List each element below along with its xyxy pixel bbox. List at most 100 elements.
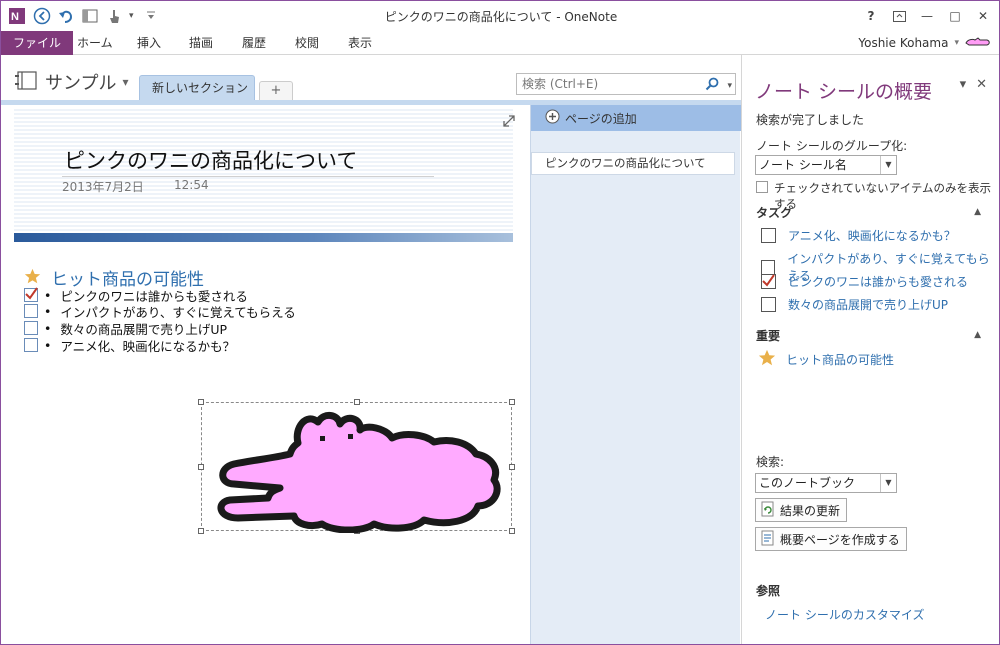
tab-insert[interactable]: 挿入 — [137, 31, 161, 55]
chevron-down-icon: ▼ — [880, 156, 896, 174]
minimize-button[interactable]: — — [915, 5, 939, 27]
window-controls: ? — □ ✕ — [859, 5, 995, 27]
group-by-select[interactable]: ノート シール名 ▼ — [755, 155, 897, 175]
pane-close-icon[interactable]: ✕ — [976, 77, 987, 92]
task-section-header: タスク — [756, 206, 793, 220]
tag-summary-pane: ノート シールの概要 ▾ ✕ 検索が完了しました ノート シールのグループ化: … — [741, 55, 999, 644]
tab-home[interactable]: ホーム — [77, 31, 113, 55]
page-time: 12:54 — [174, 178, 209, 192]
pane-title: ノート シールの概要 — [755, 81, 933, 103]
refresh-results-label: 結果の更新 — [780, 503, 841, 518]
pane-task-text: ピンクのワニは誰からも愛される — [788, 275, 969, 289]
page-list-item[interactable]: ピンクのワニの商品化について — [531, 152, 735, 175]
bullet: • — [44, 337, 52, 353]
help-button[interactable]: ? — [859, 5, 883, 27]
group-by-value: ノート シール名 — [759, 158, 847, 172]
task-item[interactable]: • 数々の商品展開で売り上げUP — [24, 320, 227, 337]
add-circle-icon — [545, 109, 560, 127]
checkbox[interactable] — [24, 321, 38, 335]
add-page-button[interactable]: ページの追加 — [531, 105, 741, 131]
pane-options-icon[interactable]: ▾ — [960, 77, 967, 92]
resize-handle[interactable] — [354, 399, 360, 405]
page-canvas[interactable]: ピンクのワニの商品化について 2013年7月2日 12:54 ヒット商品の可能性… — [14, 105, 530, 644]
search-placeholder: 検索 (Ctrl+E) — [522, 77, 599, 91]
resize-handle[interactable] — [198, 399, 204, 405]
onenote-window: N ▾ ピンクのワニの商品化について - OneNote ? — □ ✕ ファイ… — [0, 0, 1000, 645]
notebook-bar: サンプル ▾ 新しいセクション 1 + 検索 (Ctrl+E) ▾ — [1, 55, 741, 119]
user-account[interactable]: Yoshie Kohama ▾ — [858, 31, 991, 55]
pane-task-text: アニメ化、映画化になるかも？ — [788, 229, 956, 243]
search-scope-value: このノートブック — [759, 476, 856, 490]
tab-history[interactable]: 履歴 — [242, 31, 266, 55]
close-button[interactable]: ✕ — [971, 5, 995, 27]
user-name: Yoshie Kohama — [858, 36, 949, 50]
notebook-selector[interactable]: サンプル ▾ — [15, 69, 129, 95]
pane-task-text: 数々の商品展開で売り上げUP — [788, 298, 949, 312]
user-avatar-icon — [965, 31, 991, 55]
search-scope-label: 検索: — [756, 455, 785, 469]
pane-important-item[interactable]: ヒット商品の可能性 — [758, 349, 894, 370]
task-text: アニメ化、映画化になるかも？ — [60, 338, 236, 354]
search-scope-select[interactable]: このノートブック ▼ — [755, 473, 897, 493]
checkbox[interactable] — [24, 304, 38, 318]
notebook-dropdown-icon: ▾ — [122, 75, 129, 89]
title-bar: N ▾ ピンクのワニの商品化について - OneNote ? — □ ✕ — [1, 1, 999, 31]
create-summary-label: 概要ページを作成する — [780, 532, 900, 547]
ribbon-tabs: ファイル ホーム 挿入 描画 履歴 校閲 表示 Yoshie Kohama ▾ — [1, 31, 999, 55]
star-icon — [758, 349, 776, 370]
resize-handle[interactable] — [198, 464, 204, 470]
pink-crocodile-drawing — [217, 412, 501, 533]
bullet: • — [44, 303, 52, 319]
customize-tags-link[interactable]: ノート シールのカスタマイズ — [765, 606, 924, 623]
unchecked-only-label: チェックされていないアイテムのみを表示する — [774, 181, 992, 211]
add-page-label: ページの追加 — [565, 111, 637, 126]
search-input[interactable]: 検索 (Ctrl+E) ▾ — [516, 73, 736, 95]
page-list-panel: ページの追加 ピンクのワニの商品化について — [530, 105, 741, 644]
star-icon — [24, 268, 41, 288]
collapse-icon[interactable]: ▲ — [974, 330, 981, 340]
resize-handle[interactable] — [198, 528, 204, 534]
create-summary-page-button[interactable]: 概要ページを作成する — [755, 527, 907, 551]
selected-image-frame[interactable] — [198, 399, 515, 534]
search-status: 検索が完了しました — [756, 113, 865, 127]
notebook-icon — [15, 70, 39, 95]
tab-review[interactable]: 校閲 — [295, 31, 319, 55]
refresh-results-button[interactable]: 結果の更新 — [755, 498, 848, 522]
checkbox-checked[interactable] — [761, 274, 776, 289]
tab-draw[interactable]: 描画 — [189, 31, 213, 55]
user-dropdown-icon: ▾ — [954, 38, 959, 48]
chevron-down-icon: ▼ — [880, 474, 896, 492]
refresh-icon — [760, 501, 776, 520]
search-icon[interactable] — [705, 77, 719, 97]
resize-handle[interactable] — [509, 399, 515, 405]
task-item[interactable]: • アニメ化、映画化になるかも？ — [24, 337, 236, 354]
title-underline — [62, 176, 434, 177]
checkbox-checked[interactable] — [24, 287, 38, 302]
maximize-button[interactable]: □ — [943, 5, 967, 27]
tab-view[interactable]: 表示 — [348, 31, 372, 55]
section-tab[interactable]: 新しいセクション 1 — [139, 75, 255, 119]
group-by-label: ノート シールのグループ化: — [756, 139, 908, 153]
reference-section-header: 参照 — [756, 584, 781, 598]
unchecked-only-checkbox[interactable] — [756, 181, 768, 193]
expand-icon[interactable] — [503, 115, 515, 130]
notebook-name: サンプル — [45, 73, 117, 94]
important-section-header: 重要 — [756, 329, 781, 343]
tab-file[interactable]: ファイル — [1, 31, 74, 55]
page-header-bar — [14, 233, 513, 242]
add-section-button[interactable]: + — [259, 81, 293, 101]
pane-task-item[interactable]: ピンクのワニは誰からも愛される — [761, 273, 968, 290]
checkbox[interactable] — [761, 228, 776, 243]
summary-page-icon — [760, 530, 776, 549]
page-title[interactable]: ピンクのワニの商品化について — [64, 145, 357, 175]
collapse-icon[interactable]: ▲ — [974, 207, 981, 217]
bullet: • — [44, 320, 52, 336]
pane-task-item[interactable]: アニメ化、映画化になるかも？ — [761, 227, 956, 244]
search-scope-dropdown[interactable]: ▾ — [727, 76, 732, 96]
task-item[interactable]: • インパクトがあり、すぐに覚えてもらえる — [24, 303, 296, 320]
fullscreen-button[interactable] — [887, 5, 911, 27]
checkbox[interactable] — [24, 338, 38, 352]
checkbox[interactable] — [761, 297, 776, 312]
window-title: ピンクのワニの商品化について - OneNote — [384, 10, 618, 24]
pane-task-item[interactable]: 数々の商品展開で売り上げUP — [761, 296, 948, 313]
